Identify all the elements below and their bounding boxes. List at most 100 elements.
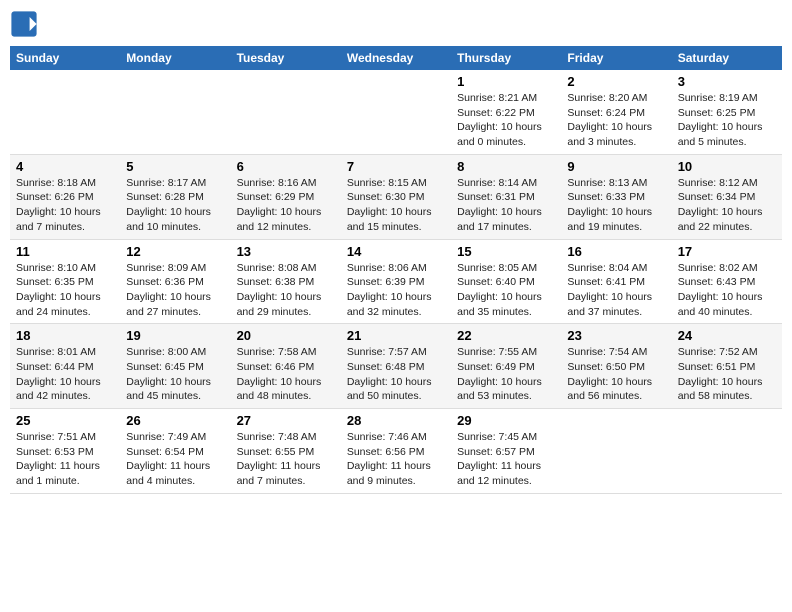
day-number: 27 bbox=[237, 413, 335, 428]
day-number: 13 bbox=[237, 244, 335, 259]
day-info: Sunrise: 8:00 AM Sunset: 6:45 PM Dayligh… bbox=[126, 345, 224, 404]
calendar-cell bbox=[231, 70, 341, 154]
calendar-cell: 13 Sunrise: 8:08 AM Sunset: 6:38 PM Dayli… bbox=[231, 239, 341, 324]
calendar-cell: 10 Sunrise: 8:12 AM Sunset: 6:34 PM Dayli… bbox=[672, 154, 782, 239]
day-number: 20 bbox=[237, 328, 335, 343]
day-header-friday: Friday bbox=[561, 46, 671, 70]
calendar-cell: 16 Sunrise: 8:04 AM Sunset: 6:41 PM Dayli… bbox=[561, 239, 671, 324]
day-number: 28 bbox=[347, 413, 445, 428]
day-header-thursday: Thursday bbox=[451, 46, 561, 70]
day-number: 14 bbox=[347, 244, 445, 259]
day-info: Sunrise: 7:54 AM Sunset: 6:50 PM Dayligh… bbox=[567, 345, 665, 404]
day-info: Sunrise: 8:02 AM Sunset: 6:43 PM Dayligh… bbox=[678, 261, 776, 320]
day-info: Sunrise: 8:09 AM Sunset: 6:36 PM Dayligh… bbox=[126, 261, 224, 320]
calendar-cell: 21Sunrise: 7:57 AM Sunset: 6:48 PM Dayli… bbox=[341, 324, 451, 409]
day-number: 15 bbox=[457, 244, 555, 259]
calendar-cell: 8 Sunrise: 8:14 AM Sunset: 6:31 PM Daylig… bbox=[451, 154, 561, 239]
day-number: 29 bbox=[457, 413, 555, 428]
calendar-cell: 1 Sunrise: 8:21 AM Sunset: 6:22 PM Daylig… bbox=[451, 70, 561, 154]
calendar-cell: 17 Sunrise: 8:02 AM Sunset: 6:43 PM Dayli… bbox=[672, 239, 782, 324]
calendar-cell bbox=[120, 70, 230, 154]
calendar-cell: 27Sunrise: 7:48 AM Sunset: 6:55 PM Dayli… bbox=[231, 409, 341, 494]
day-header-monday: Monday bbox=[120, 46, 230, 70]
day-number: 21 bbox=[347, 328, 445, 343]
calendar-cell: 25Sunrise: 7:51 AM Sunset: 6:53 PM Dayli… bbox=[10, 409, 120, 494]
day-info: Sunrise: 8:04 AM Sunset: 6:41 PM Dayligh… bbox=[567, 261, 665, 320]
day-header-tuesday: Tuesday bbox=[231, 46, 341, 70]
calendar-cell bbox=[672, 409, 782, 494]
calendar-cell: 28 Sunrise: 7:46 AM Sunset: 6:56 PM Dayli… bbox=[341, 409, 451, 494]
calendar-cell: 22 Sunrise: 7:55 AM Sunset: 6:49 PM Dayli… bbox=[451, 324, 561, 409]
day-info: Sunrise: 7:58 AM Sunset: 6:46 PM Dayligh… bbox=[237, 345, 335, 404]
calendar-cell: 4 Sunrise: 8:18 AM Sunset: 6:26 PM Daylig… bbox=[10, 154, 120, 239]
page-header bbox=[10, 10, 782, 38]
week-row-4: 18 Sunrise: 8:01 AM Sunset: 6:44 PM Dayli… bbox=[10, 324, 782, 409]
day-info: Sunrise: 8:13 AM Sunset: 6:33 PM Dayligh… bbox=[567, 176, 665, 235]
day-header-wednesday: Wednesday bbox=[341, 46, 451, 70]
day-number: 4 bbox=[16, 159, 114, 174]
day-number: 17 bbox=[678, 244, 776, 259]
day-header-sunday: Sunday bbox=[10, 46, 120, 70]
day-number: 19 bbox=[126, 328, 224, 343]
calendar-cell: 3 Sunrise: 8:19 AM Sunset: 6:25 PM Daylig… bbox=[672, 70, 782, 154]
day-info: Sunrise: 7:55 AM Sunset: 6:49 PM Dayligh… bbox=[457, 345, 555, 404]
week-row-3: 11Sunrise: 8:10 AM Sunset: 6:35 PM Dayli… bbox=[10, 239, 782, 324]
day-number: 23 bbox=[567, 328, 665, 343]
day-number: 5 bbox=[126, 159, 224, 174]
calendar-cell: 23 Sunrise: 7:54 AM Sunset: 6:50 PM Dayli… bbox=[561, 324, 671, 409]
day-info: Sunrise: 8:08 AM Sunset: 6:38 PM Dayligh… bbox=[237, 261, 335, 320]
day-number: 26 bbox=[126, 413, 224, 428]
calendar-cell: 29 Sunrise: 7:45 AM Sunset: 6:57 PM Dayli… bbox=[451, 409, 561, 494]
calendar-cell: 14 Sunrise: 8:06 AM Sunset: 6:39 PM Dayli… bbox=[341, 239, 451, 324]
day-info: Sunrise: 8:05 AM Sunset: 6:40 PM Dayligh… bbox=[457, 261, 555, 320]
day-info: Sunrise: 8:16 AM Sunset: 6:29 PM Dayligh… bbox=[237, 176, 335, 235]
calendar-cell: 9 Sunrise: 8:13 AM Sunset: 6:33 PM Daylig… bbox=[561, 154, 671, 239]
day-info: Sunrise: 7:51 AM Sunset: 6:53 PM Dayligh… bbox=[16, 430, 114, 489]
calendar-cell bbox=[561, 409, 671, 494]
day-number: 3 bbox=[678, 74, 776, 89]
day-info: Sunrise: 8:14 AM Sunset: 6:31 PM Dayligh… bbox=[457, 176, 555, 235]
day-info: Sunrise: 8:15 AM Sunset: 6:30 PM Dayligh… bbox=[347, 176, 445, 235]
day-info: Sunrise: 8:21 AM Sunset: 6:22 PM Dayligh… bbox=[457, 91, 555, 150]
day-info: Sunrise: 8:17 AM Sunset: 6:28 PM Dayligh… bbox=[126, 176, 224, 235]
calendar-cell: 2Sunrise: 8:20 AM Sunset: 6:24 PM Daylig… bbox=[561, 70, 671, 154]
day-number: 16 bbox=[567, 244, 665, 259]
calendar-cell bbox=[341, 70, 451, 154]
calendar-table: SundayMondayTuesdayWednesdayThursdayFrid… bbox=[10, 46, 782, 494]
day-header-saturday: Saturday bbox=[672, 46, 782, 70]
day-number: 24 bbox=[678, 328, 776, 343]
day-info: Sunrise: 7:45 AM Sunset: 6:57 PM Dayligh… bbox=[457, 430, 555, 489]
day-number: 18 bbox=[16, 328, 114, 343]
day-info: Sunrise: 7:52 AM Sunset: 6:51 PM Dayligh… bbox=[678, 345, 776, 404]
day-info: Sunrise: 8:01 AM Sunset: 6:44 PM Dayligh… bbox=[16, 345, 114, 404]
calendar-body: 1 Sunrise: 8:21 AM Sunset: 6:22 PM Daylig… bbox=[10, 70, 782, 493]
week-row-5: 25Sunrise: 7:51 AM Sunset: 6:53 PM Dayli… bbox=[10, 409, 782, 494]
day-info: Sunrise: 8:18 AM Sunset: 6:26 PM Dayligh… bbox=[16, 176, 114, 235]
day-info: Sunrise: 7:46 AM Sunset: 6:56 PM Dayligh… bbox=[347, 430, 445, 489]
day-number: 8 bbox=[457, 159, 555, 174]
day-number: 22 bbox=[457, 328, 555, 343]
day-number: 6 bbox=[237, 159, 335, 174]
calendar-cell: 12 Sunrise: 8:09 AM Sunset: 6:36 PM Dayli… bbox=[120, 239, 230, 324]
day-number: 1 bbox=[457, 74, 555, 89]
calendar-cell: 15 Sunrise: 8:05 AM Sunset: 6:40 PM Dayli… bbox=[451, 239, 561, 324]
day-info: Sunrise: 8:06 AM Sunset: 6:39 PM Dayligh… bbox=[347, 261, 445, 320]
calendar-cell: 5 Sunrise: 8:17 AM Sunset: 6:28 PM Daylig… bbox=[120, 154, 230, 239]
day-info: Sunrise: 8:19 AM Sunset: 6:25 PM Dayligh… bbox=[678, 91, 776, 150]
calendar-cell: 20 Sunrise: 7:58 AM Sunset: 6:46 PM Dayli… bbox=[231, 324, 341, 409]
day-number: 2 bbox=[567, 74, 665, 89]
day-number: 7 bbox=[347, 159, 445, 174]
logo bbox=[10, 10, 42, 38]
calendar-cell: 18 Sunrise: 8:01 AM Sunset: 6:44 PM Dayli… bbox=[10, 324, 120, 409]
day-number: 9 bbox=[567, 159, 665, 174]
calendar-cell: 26 Sunrise: 7:49 AM Sunset: 6:54 PM Dayli… bbox=[120, 409, 230, 494]
week-row-1: 1 Sunrise: 8:21 AM Sunset: 6:22 PM Daylig… bbox=[10, 70, 782, 154]
day-info: Sunrise: 8:12 AM Sunset: 6:34 PM Dayligh… bbox=[678, 176, 776, 235]
logo-icon bbox=[10, 10, 38, 38]
calendar-header-row: SundayMondayTuesdayWednesdayThursdayFrid… bbox=[10, 46, 782, 70]
week-row-2: 4 Sunrise: 8:18 AM Sunset: 6:26 PM Daylig… bbox=[10, 154, 782, 239]
day-info: Sunrise: 7:49 AM Sunset: 6:54 PM Dayligh… bbox=[126, 430, 224, 489]
day-number: 10 bbox=[678, 159, 776, 174]
day-number: 11 bbox=[16, 244, 114, 259]
day-number: 12 bbox=[126, 244, 224, 259]
